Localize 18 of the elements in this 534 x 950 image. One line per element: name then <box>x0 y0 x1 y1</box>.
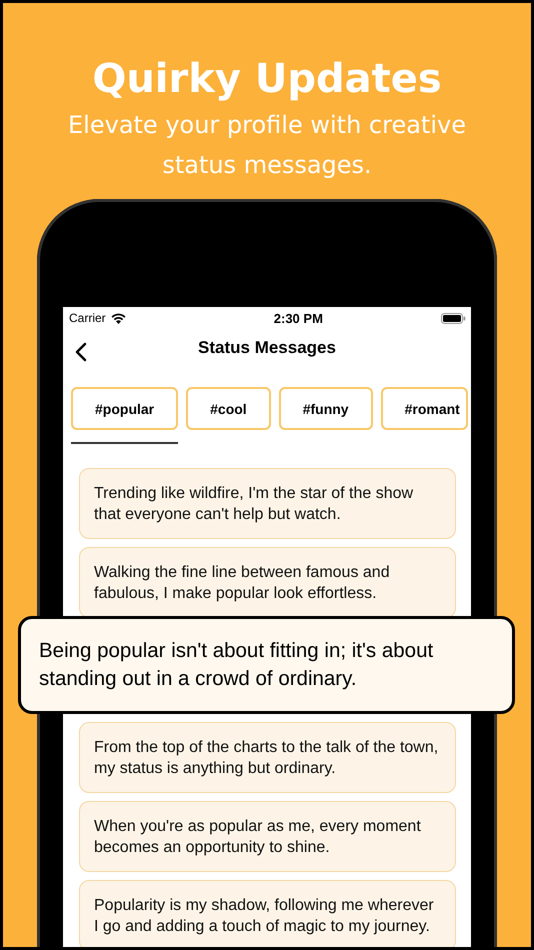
message-card[interactable]: When you're as popular as me, every moment becomes an opportunity to shine. <box>79 801 456 872</box>
hashtag-tab[interactable]: #funny <box>278 387 373 430</box>
battery-icon <box>441 312 466 324</box>
hashtag-tab[interactable]: #popular <box>71 387 178 430</box>
back-icon[interactable] <box>75 342 87 362</box>
subtitle: Elevate your profile with creative status messages. <box>67 110 467 181</box>
message-card[interactable]: Trending like wildfire, I'm the star of the show that everyone can't help but watch. <box>79 468 456 539</box>
message-card[interactable]: Popularity is my shadow, following me wherever I go and adding a touch of magic to my journey. <box>79 880 456 947</box>
hashtag-tab[interactable]: #cool <box>186 387 271 430</box>
status-time: 2:30 PM <box>274 310 323 326</box>
carrier-label: Carrier <box>69 311 106 325</box>
message-card[interactable]: From the top of the charts to the talk of the town, my status is anything but ordinary. <box>79 722 456 793</box>
screen-title: Status Messages <box>198 338 336 358</box>
message-card[interactable]: Walking the fine line between famous and fabulous, I make popular look effortless. <box>79 547 456 618</box>
wifi-icon <box>110 312 126 324</box>
featured-message-card: Being popular isn't about fitting in; it's about standing out in a crowd of ordinary. <box>18 616 515 714</box>
hashtag-tab[interactable]: #romant <box>380 387 468 430</box>
headline: Quirky Updates <box>92 55 442 104</box>
